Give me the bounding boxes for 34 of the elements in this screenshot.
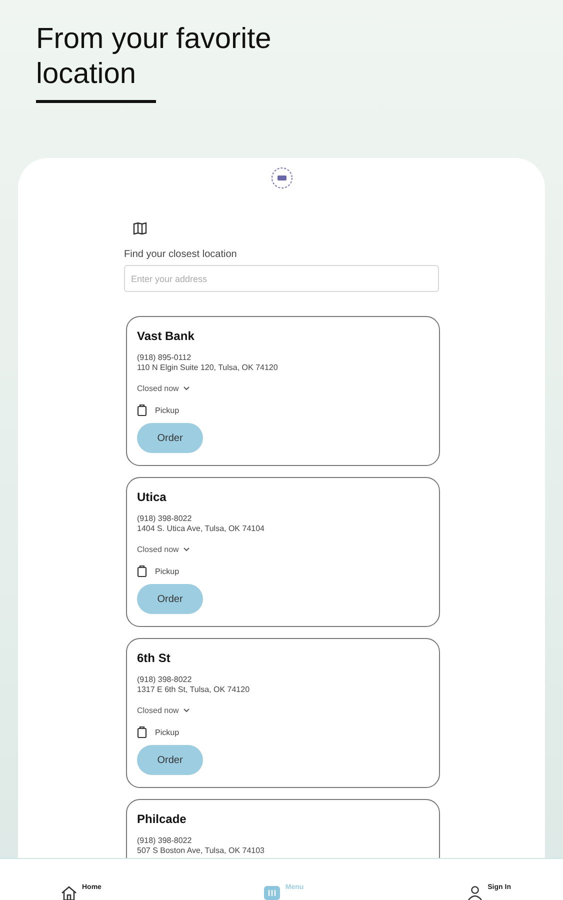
bag-icon [137, 565, 147, 577]
service-label: Pickup [155, 566, 180, 576]
field-label: Find your closest location [124, 249, 238, 260]
order-button[interactable]: Order [137, 745, 203, 775]
address-field[interactable]: Enter your address [124, 265, 439, 292]
hours-toggle[interactable]: Closed now [137, 545, 190, 554]
address: 1404 S. Utica Ave, Tulsa, OK 74104 [137, 524, 266, 534]
bag-icon [137, 404, 147, 416]
headline: From your favorite location [36, 22, 272, 92]
user-icon [466, 886, 483, 900]
home-icon [61, 886, 77, 900]
address: 507 S Boston Ave, Tulsa, OK 74103 [137, 846, 266, 856]
location-name: Vast Bank [137, 329, 196, 343]
hours-toggle[interactable]: Closed now [137, 706, 190, 715]
order-button[interactable]: Order [137, 423, 203, 453]
chevron-down-icon [182, 708, 190, 713]
hours-toggle[interactable]: Closed now [137, 384, 190, 393]
bag-icon [137, 726, 147, 738]
map-icon[interactable] [133, 222, 147, 235]
phone-number: (918) 398-8022 [137, 836, 193, 846]
phone-number: (918) 398-8022 [137, 675, 193, 685]
address: 110 N Elgin Suite 120, Tulsa, OK 74120 [137, 363, 279, 373]
location-name: Utica [137, 490, 168, 504]
chevron-down-icon [182, 386, 190, 391]
order-button[interactable]: Order [137, 584, 203, 614]
location-name: 6th St [137, 651, 172, 665]
service-label: Pickup [155, 406, 180, 414]
service-label: Pickup [155, 728, 180, 736]
phone-number: (918) 398-8022 [137, 514, 193, 524]
logo-icon [270, 166, 294, 190]
phone-number: (918) 895-0112 [137, 353, 192, 363]
address: 1317 E 6th St, Tulsa, OK 74120 [137, 685, 251, 695]
location-name: Philcade [137, 812, 188, 826]
chevron-down-icon [182, 547, 190, 552]
